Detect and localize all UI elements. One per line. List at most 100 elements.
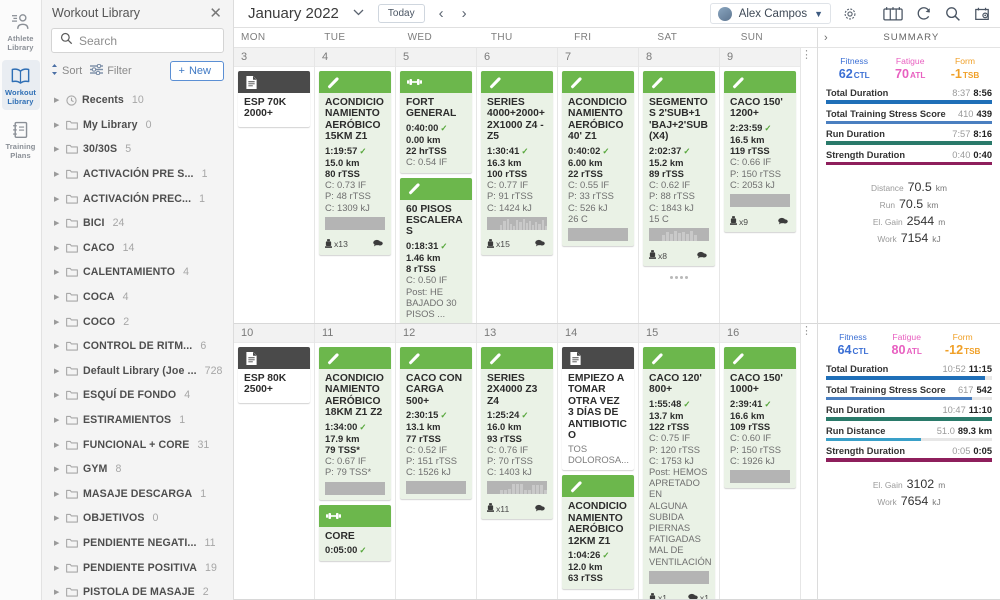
- calendar-view-icon[interactable]: [883, 6, 903, 21]
- chevron-right-icon[interactable]: ▶: [54, 293, 61, 301]
- library-folder-row[interactable]: ▶ ACTIVACIÓN PREC... 1: [44, 186, 233, 211]
- library-folder-row[interactable]: ▶ OBJETIVOS 0: [44, 506, 233, 531]
- library-folder-row[interactable]: ▶ BICI 24: [44, 211, 233, 236]
- calendar-day-cell[interactable]: 3 ESP 70K 2000+: [234, 48, 315, 323]
- chevron-right-icon[interactable]: ▶: [54, 268, 61, 276]
- library-folder-row[interactable]: ▶ CONTROL DE RITM... 6: [44, 334, 233, 359]
- workout-card[interactable]: CACO 150' 1000+ 2:39:41 ✓ 16.6 km 109 rTSS C:…: [724, 347, 796, 489]
- search-icon[interactable]: [945, 6, 961, 22]
- library-folder-row[interactable]: ▶ COCO 2: [44, 309, 233, 334]
- chevron-right-icon[interactable]: ▶: [54, 416, 61, 424]
- workout-card[interactable]: EMPIEZO A TOMAR OTRA VEZ 3 DÍAS DE ANTIB…: [562, 347, 634, 471]
- workout-card[interactable]: CACO 120' 800+ 1:55:48 ✓ 13.7 km 122 rTSS C: …: [643, 347, 715, 599]
- calendar-day-cell[interactable]: 12 CACO CON CARGA 500+ 2:30:15 ✓ 13.1 km 77 r…: [396, 324, 477, 599]
- card-footer-item[interactable]: x1: [649, 592, 667, 599]
- library-folder-row[interactable]: ▶ ESTIRAMIENTOS 1: [44, 408, 233, 433]
- chevron-right-icon[interactable]: ▶: [54, 318, 61, 326]
- library-folder-row[interactable]: ▶ GYM 8: [44, 457, 233, 482]
- calendar-day-cell[interactable]: 5 FORT GENERAL 0:40:00 ✓ 0.00 km 22 hrTSS C: 0…: [396, 48, 477, 323]
- workout-card[interactable]: ACONDICIONAMIENTO AERÓBICO 18KM Z1 Z2 1:3…: [319, 347, 391, 500]
- new-workout-button[interactable]: + New: [169, 61, 224, 81]
- calendar-day-cell[interactable]: 15 CACO 120' 800+ 1:55:48 ✓ 13.7 km 122 rTSS C…: [639, 324, 720, 599]
- calendar-day-cell[interactable]: 6 SERIES 4000+2000+ 2x1000 Z4 - Z5 1:30:41…: [477, 48, 558, 323]
- sort-button[interactable]: Sort: [51, 64, 82, 78]
- workout-card[interactable]: CACO 150' 1200+ 2:23:59 ✓ 16.5 km 119 rTSS C:…: [724, 71, 796, 233]
- search-box[interactable]: [51, 28, 224, 53]
- close-icon[interactable]: ✕: [206, 4, 225, 23]
- chevron-right-icon[interactable]: ▶: [54, 195, 61, 203]
- chevron-right-icon[interactable]: ▶: [54, 367, 61, 375]
- chevron-right-icon[interactable]: ▶: [54, 96, 61, 104]
- filter-button[interactable]: Filter: [90, 63, 132, 78]
- chevron-right-icon[interactable]: ▶: [54, 342, 61, 350]
- workout-card[interactable]: SERIES 2X4000 Z3 Z4 1:25:24 ✓ 16.0 km 93 rTS…: [481, 347, 553, 520]
- library-folder-row[interactable]: ▶ 30/30S 5: [44, 137, 233, 162]
- workout-card[interactable]: ESP 80K 2500+: [238, 347, 310, 403]
- chevron-right-icon[interactable]: ▶: [54, 441, 61, 449]
- week-options-menu[interactable]: ⋮: [801, 324, 817, 337]
- calendar-settings-icon[interactable]: [974, 6, 990, 22]
- calendar-day-cell[interactable]: 10 ESP 80K 2500+: [234, 324, 315, 599]
- workout-card[interactable]: SEGMENTOS 2'SUB+1 'BAJ+2'SUB (X4) 2:02:37…: [643, 71, 715, 267]
- library-folder-row[interactable]: ▶ CALENTAMIENTO 4: [44, 260, 233, 285]
- workout-card[interactable]: 60 PISOS ESCALERAS 0:18:31 ✓ 1.46 km 8 rTSS C…: [400, 177, 472, 323]
- card-footer-item[interactable]: x15: [487, 238, 510, 250]
- card-footer-item[interactable]: [535, 239, 547, 249]
- workout-card[interactable]: ACONDICIONAMIENTO AERÓBICO 15KM Z1 1:19:5…: [319, 71, 391, 255]
- rail-item-athlete-library[interactable]: Athlete Library: [2, 6, 40, 56]
- search-input[interactable]: [79, 33, 215, 48]
- chevron-right-icon[interactable]: ▶: [54, 588, 61, 596]
- gear-icon[interactable]: [841, 7, 859, 21]
- workout-card[interactable]: ACONDICIONAMIENTO AERÓBICO 12KM Z1 1:04:2…: [562, 475, 634, 589]
- chevron-right-icon[interactable]: ▶: [54, 145, 61, 153]
- week-options-menu[interactable]: ⋮: [801, 48, 817, 61]
- refresh-icon[interactable]: [916, 6, 932, 22]
- library-folder-row[interactable]: ▶ COCA 4: [44, 285, 233, 310]
- workout-card[interactable]: CACO CON CARGA 500+ 2:30:15 ✓ 13.1 km 77 rTS…: [400, 347, 472, 500]
- calendar-day-cell[interactable]: 9 CACO 150' 1200+ 2:23:59 ✓ 16.5 km 119 rTSS C…: [720, 48, 801, 323]
- card-footer-item[interactable]: x9: [730, 216, 748, 227]
- chevron-right-icon[interactable]: ▶: [54, 121, 61, 129]
- calendar-day-cell[interactable]: 14 EMPIEZO A TOMAR OTRA VEZ 3 DÍAS DE ANT…: [558, 324, 639, 599]
- card-footer-item[interactable]: x11: [487, 503, 509, 514]
- chevron-right-icon[interactable]: ▶: [54, 391, 61, 399]
- workout-card[interactable]: ESP 70K 2000+: [238, 71, 310, 127]
- workout-card[interactable]: CORE 0:05:00 ✓: [319, 504, 391, 562]
- chevron-right-icon[interactable]: ▶: [54, 564, 61, 572]
- athlete-selector[interactable]: Alex Campos ▼: [709, 3, 831, 24]
- prev-period-button[interactable]: ‹: [435, 5, 448, 22]
- card-footer-item[interactable]: x1: [688, 593, 709, 599]
- calendar-day-cell[interactable]: 4 ACONDICIONAMIENTO AERÓBICO 15KM Z1 1:19:…: [315, 48, 396, 323]
- chevron-right-icon[interactable]: ▶: [54, 539, 61, 547]
- library-folder-row[interactable]: ▶ MASAJE DESCARGA 1: [44, 482, 233, 507]
- library-folder-row[interactable]: ▶ PENDIENTE POSITIVA 19: [44, 555, 233, 580]
- workout-card[interactable]: SERIES 4000+2000+ 2x1000 Z4 - Z5 1:30:41 ✓…: [481, 71, 553, 255]
- chevron-right-icon[interactable]: ▶: [54, 244, 61, 252]
- card-footer-item[interactable]: x13: [325, 238, 348, 250]
- calendar-day-cell[interactable]: 8 SEGMENTOS 2'SUB+1 'BAJ+2'SUB (X4) 2:02:3…: [639, 48, 720, 323]
- card-footer-item[interactable]: [697, 251, 709, 261]
- chevron-right-icon[interactable]: ▶: [54, 219, 61, 227]
- chevron-right-icon[interactable]: ▶: [54, 490, 61, 498]
- library-folder-row[interactable]: ▶ FUNCIONAL + CORE 31: [44, 432, 233, 457]
- card-footer-item[interactable]: [535, 504, 547, 514]
- chevron-down-icon[interactable]: [349, 8, 368, 19]
- library-folder-row[interactable]: ▶ CACO 14: [44, 236, 233, 261]
- calendar-day-cell[interactable]: 7 ACONDICIONAMIENTO AERÓBICO 40' Z1 0:40:0…: [558, 48, 639, 323]
- calendar-day-cell[interactable]: 16 CACO 150' 1000+ 2:39:41 ✓ 16.6 km 109 rTSS…: [720, 324, 801, 599]
- library-folder-row[interactable]: ▶ PISTOLA DE MASAJE 2: [44, 580, 233, 600]
- workout-card[interactable]: ACONDICIONAMIENTO AERÓBICO 40' Z1 0:40:02…: [562, 71, 634, 247]
- calendar-day-cell[interactable]: 11 ACONDICIONAMIENTO AERÓBICO 18KM Z1 Z2 1…: [315, 324, 396, 599]
- chevron-right-icon[interactable]: ▶: [54, 514, 61, 522]
- next-period-button[interactable]: ›: [458, 5, 471, 22]
- library-folder-row[interactable]: ▶ Default Library (Joe ... 728: [44, 359, 233, 384]
- library-folder-row[interactable]: ▶ PENDIENTE NEGATI... 11: [44, 531, 233, 556]
- card-footer-item[interactable]: [373, 239, 385, 249]
- chevron-right-icon[interactable]: ▶: [54, 170, 61, 178]
- library-folder-row[interactable]: ▶ ACTIVACIÓN PRE S... 1: [44, 162, 233, 187]
- library-folder-row[interactable]: ▶ ESQUÍ DE FONDO 4: [44, 383, 233, 408]
- card-footer-item[interactable]: [778, 217, 790, 227]
- workout-card[interactable]: FORT GENERAL 0:40:00 ✓ 0.00 km 22 hrTSS C: 0.…: [400, 71, 472, 173]
- calendar-day-cell[interactable]: 13 SERIES 2X4000 Z3 Z4 1:25:24 ✓ 16.0 km 93 r…: [477, 324, 558, 599]
- rail-item-training-plans[interactable]: Training Plans: [2, 114, 40, 164]
